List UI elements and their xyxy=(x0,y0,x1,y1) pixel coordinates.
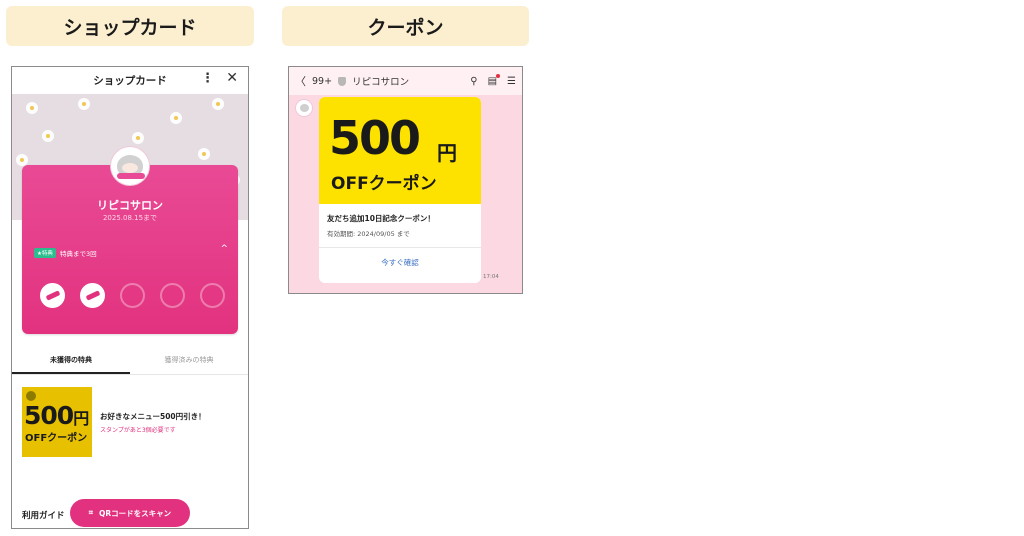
reward-item[interactable]: 500円 OFFクーポン お好きなメニュー500円引き！ スタンプがあと3個必要… xyxy=(22,387,206,457)
reward-note: スタンプがあと3個必要です xyxy=(100,426,176,434)
coupon-image-number: 500 xyxy=(329,111,421,165)
coupon-message[interactable]: 500 円 OFFクーポン 友だち追加10日記念クーポン！ 有効期間: 2024… xyxy=(319,97,481,283)
card-expiry: 2025.08.15まで xyxy=(102,214,158,222)
qr-icon: ⌗ xyxy=(88,508,94,517)
stamp-empty xyxy=(120,283,145,308)
note-icon[interactable]: ▤ xyxy=(488,73,501,87)
more-icon[interactable]: ⋮ xyxy=(201,71,214,86)
reward-image-off: OFFクーポン xyxy=(25,433,88,444)
back-icon[interactable]: 〈 xyxy=(295,73,306,89)
search-icon[interactable]: ⚲ xyxy=(470,76,477,87)
tab-unclaimed[interactable]: 未獲得の特典 xyxy=(12,349,130,374)
qr-scan-button[interactable]: ⌗ QRコードをスキャン xyxy=(70,499,190,527)
coupon-image: 500 円 OFFクーポン xyxy=(319,97,481,204)
coupon-image-off: OFFクーポン xyxy=(331,174,437,194)
stamp-row xyxy=(40,283,225,308)
shop-card-header: ショップカード xyxy=(6,6,254,46)
shop-card-title: ショップカード xyxy=(93,74,167,87)
shop-avatar xyxy=(110,146,150,186)
stamp-collected xyxy=(80,283,105,308)
coupon-period: 有効期間: 2024/09/05 まで xyxy=(327,230,410,238)
usage-guide-link[interactable]: 利用ガイド xyxy=(22,509,65,521)
chat-account-name: リピコサロン xyxy=(352,77,410,88)
coupon-chat-screen: 〈 99+ リピコサロン ⚲ ▤ ☰ 500 円 OFFクーポン 友だち追加10… xyxy=(288,66,523,294)
chat-avatar xyxy=(295,99,313,117)
stamp-card: リピコサロン 2025.08.15まで ★特典 特典まで3回 ^ xyxy=(22,165,238,334)
coupon-title: 友だち追加10日記念クーポン！ xyxy=(327,214,435,223)
shop-card-screen: ショップカード ⋮ ✕ リピコサロン 2025.08.15まで ★特典 特典まで… xyxy=(11,66,249,529)
divider xyxy=(319,247,481,248)
stamp-collected xyxy=(40,283,65,308)
unread-count: 99+ xyxy=(312,75,333,87)
mascot-ribbon xyxy=(117,173,145,179)
perk-row: ★特典 特典まで3回 xyxy=(34,248,97,258)
stamp-empty xyxy=(160,283,185,308)
coupon-header: クーポン xyxy=(282,6,529,46)
message-time: 17:04 xyxy=(483,274,499,280)
tab-claimed[interactable]: 獲得済みの特典 xyxy=(130,349,248,374)
reward-image: 500円 OFFクーポン xyxy=(22,387,92,457)
reward-title: お好きなメニュー500円引き！ xyxy=(100,411,206,421)
perk-badge: ★特典 xyxy=(34,248,56,258)
shop-name: リピコサロン xyxy=(97,199,163,212)
chevron-up-icon[interactable]: ^ xyxy=(220,244,228,254)
perk-text: 特典まで3回 xyxy=(59,250,97,258)
stamp-empty xyxy=(200,283,225,308)
shop-card-topbar: ショップカード ⋮ ✕ xyxy=(12,67,248,93)
coupon-image-yen: 円 xyxy=(437,141,457,165)
shield-icon xyxy=(338,76,347,86)
chat-topbar: 〈 99+ リピコサロン ⚲ ▤ ☰ xyxy=(289,67,522,95)
close-icon[interactable]: ✕ xyxy=(226,70,238,86)
reward-image-number: 500円 xyxy=(24,401,89,430)
lock-icon xyxy=(26,391,36,401)
menu-icon[interactable]: ☰ xyxy=(507,76,516,87)
reward-tabs: 未獲得の特典 獲得済みの特典 xyxy=(12,349,248,375)
check-now-button[interactable]: 今すぐ確認 xyxy=(319,257,481,268)
qr-scan-label: QRコードをスキャン xyxy=(99,508,172,518)
